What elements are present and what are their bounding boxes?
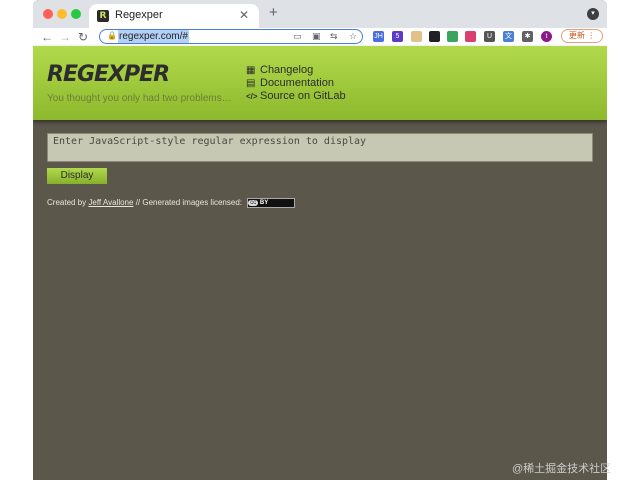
footer-separator: // [135, 198, 141, 208]
back-icon[interactable]: ← [41, 29, 53, 45]
cc-by-label: BY [259, 200, 269, 206]
u-ext-icon[interactable]: U [484, 31, 495, 42]
cc-label: cc [248, 200, 259, 206]
page-footer: Created by Jeff Avallone // Generated im… [47, 198, 296, 208]
site-header: REGEXPER You thought you only had two pr… [33, 46, 607, 120]
changelog-link[interactable]: ▦ Changelog [246, 64, 346, 77]
watermark-text: @稀土掘金技术社区 [512, 463, 612, 475]
changelog-icon: ▦ [246, 65, 256, 76]
browser-toolbar: ← → ↻ 🔒 regexper.com/# ▭ ▣ ⇆ ☆ JH 5 U 文 ✱ t 更… [33, 28, 607, 47]
changelog-label: Changelog [260, 64, 314, 76]
documentation-label: Documentation [260, 77, 334, 89]
documentation-link[interactable]: ▤ Documentation [246, 77, 346, 90]
translate-page-icon[interactable]: ⇆ [330, 30, 338, 43]
jh-ext-icon[interactable]: JH [373, 31, 384, 42]
created-by-text: Created by [47, 198, 87, 208]
badge-ext-icon[interactable]: 5 [392, 31, 403, 42]
browser-window: R Regexper ✕ + ▾ ← → ↻ 🔒 regexper.com/# … [33, 0, 607, 480]
author-link[interactable]: Jeff Avallone [88, 198, 133, 207]
tab-search-icon[interactable]: ▾ [587, 8, 599, 20]
favicon-icon: R [97, 10, 109, 22]
cast-icon[interactable]: ▭ [293, 30, 302, 43]
reload-icon[interactable]: ↻ [78, 29, 88, 45]
lock-icon[interactable]: 🔒 [107, 31, 117, 40]
documentation-icon: ▤ [246, 78, 256, 89]
address-bar[interactable]: 🔒 regexper.com/# ▭ ▣ ⇆ ☆ [99, 29, 363, 44]
tab-close-icon[interactable]: ✕ [239, 8, 249, 22]
regex-input[interactable]: Enter JavaScript-style regular expressio… [47, 133, 593, 162]
square-ext-icon[interactable] [429, 31, 440, 42]
translate-ext-icon[interactable]: 文 [503, 31, 514, 42]
maximize-window-button[interactable] [71, 9, 81, 19]
tab-regexper[interactable]: R Regexper ✕ [89, 4, 259, 28]
header-nav: ▦ Changelog ▤ Documentation </> Source on G… [246, 64, 346, 103]
tab-strip: R Regexper ✕ + ▾ [33, 0, 607, 28]
leaf-ext-icon[interactable] [447, 31, 458, 42]
cc-license-badge[interactable]: cc BY [247, 198, 296, 208]
update-button[interactable]: 更新 ⋮ [561, 29, 603, 43]
display-button[interactable]: Display [47, 168, 107, 184]
url-text[interactable]: regexper.com/# [118, 30, 189, 43]
site-tagline: You thought you only had two problems… [47, 93, 232, 104]
close-window-button[interactable] [43, 9, 53, 19]
source-link[interactable]: </> Source on GitLab [246, 90, 346, 103]
puzzle-ext-icon[interactable]: ✱ [522, 31, 533, 42]
licensed-text: Generated images licensed: [142, 198, 242, 208]
camera-ext-icon[interactable] [465, 31, 476, 42]
source-label: Source on GitLab [260, 90, 346, 102]
profile-avatar-icon[interactable]: t [541, 31, 552, 42]
qr-code-icon[interactable]: ▣ [312, 30, 321, 43]
code-icon: </> [246, 92, 258, 101]
site-logo[interactable]: REGEXPER [47, 62, 170, 87]
bookmark-star-icon[interactable]: ☆ [349, 30, 357, 43]
new-tab-icon[interactable]: + [269, 5, 278, 21]
update-label: 更新 [568, 31, 585, 40]
forward-icon[interactable]: → [59, 29, 71, 45]
tab-title: Regexper [115, 9, 163, 21]
shield-ext-icon[interactable] [411, 31, 422, 42]
minimize-window-button[interactable] [57, 9, 67, 19]
